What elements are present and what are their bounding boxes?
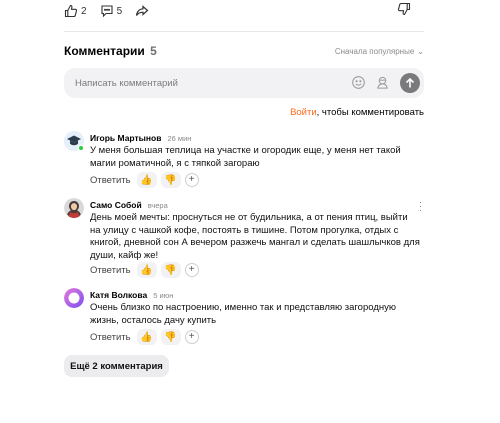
comment-item: Катя Волкова 5 июн Очень близко по настр…: [64, 288, 424, 346]
thumbs-up-icon: 👍: [140, 264, 153, 276]
comment-author[interactable]: Само Собой: [90, 200, 142, 210]
comment-text: У меня большая теплица на участке и огор…: [90, 145, 401, 169]
login-prompt: Войти, чтобы комментировать: [290, 107, 424, 118]
avatar-image: [64, 288, 84, 308]
login-link[interactable]: Войти: [290, 107, 317, 118]
login-suffix: , чтобы комментировать: [316, 107, 424, 118]
comments-count: 5: [150, 44, 157, 58]
comment-author[interactable]: Катя Волкова: [90, 290, 147, 300]
avatar-image: [64, 198, 84, 218]
plus-icon: +: [188, 331, 195, 342]
reactions-bar: 2 5: [64, 2, 424, 20]
share-button[interactable]: [135, 4, 149, 18]
comment-count: 5: [116, 5, 123, 17]
dislike-reaction-button[interactable]: 👎: [160, 329, 181, 345]
thumbs-down-icon: [397, 2, 411, 16]
send-button[interactable]: [400, 73, 420, 93]
avatar[interactable]: [64, 198, 84, 218]
chevron-down-icon: ⌄: [417, 46, 424, 56]
show-more-comments-button[interactable]: Ещё 2 комментария: [64, 355, 169, 377]
comment-icon: [101, 5, 113, 18]
comment-item: Игорь Мартынов 26 мин У меня большая теп…: [64, 131, 424, 188]
plus-icon: +: [188, 264, 195, 275]
dislike-button[interactable]: [397, 2, 411, 16]
more-options-icon[interactable]: · · ·: [419, 198, 422, 215]
comment-header: Катя Волкова 5 июн: [90, 290, 173, 300]
add-reaction-button[interactable]: +: [184, 173, 199, 187]
emoji-icon[interactable]: [351, 75, 366, 90]
reply-button[interactable]: Ответить: [90, 332, 131, 343]
dislike-reaction-button[interactable]: 👎: [160, 262, 181, 278]
comment-actions: Ответить 👍 👎 +: [90, 172, 199, 188]
comment-time: 5 июн: [153, 291, 174, 300]
comments-header: Комментарии 5 Сначала популярные ⌄: [64, 42, 424, 60]
like-reaction-button[interactable]: 👍: [136, 329, 157, 345]
sort-dropdown[interactable]: Сначала популярные ⌄: [335, 47, 424, 56]
add-reaction-button[interactable]: +: [184, 263, 199, 277]
comment-input-box[interactable]: [64, 68, 424, 98]
thumbs-up-icon: 👍: [140, 331, 153, 343]
sticker-icon[interactable]: [375, 75, 390, 90]
online-indicator: [78, 145, 84, 151]
thumbs-up-icon: 👍: [140, 174, 153, 186]
comments-title: Комментарии 5: [64, 44, 157, 58]
thumbs-down-icon: 👎: [164, 331, 177, 343]
reply-button[interactable]: Ответить: [90, 175, 131, 186]
like-reaction-button[interactable]: 👍: [136, 172, 157, 188]
avatar[interactable]: [64, 131, 84, 151]
sort-label: Сначала популярные: [334, 46, 415, 56]
thumbs-down-icon: 👎: [164, 174, 177, 186]
dislike-reaction-button[interactable]: 👎: [160, 172, 181, 188]
comment-actions: Ответить 👍 👎 +: [90, 329, 199, 345]
comment-time: вчера: [147, 201, 168, 210]
reply-button[interactable]: Ответить: [90, 265, 131, 276]
comments-button[interactable]: 5: [100, 4, 123, 18]
comment-text: Очень близко по настроению, именно так и…: [90, 302, 396, 326]
thumbs-up-icon: [64, 4, 78, 18]
thumbs-down-icon: 👎: [164, 264, 177, 276]
add-reaction-button[interactable]: +: [184, 330, 199, 344]
comment-item: Само Собой вчера · · · День моей мечты: пр…: [64, 198, 424, 278]
comment-header: Игорь Мартынов 26 мин: [90, 133, 191, 143]
avatar[interactable]: [64, 288, 84, 308]
like-count: 2: [81, 5, 87, 17]
comment-header: Само Собой вчера: [90, 200, 168, 210]
comment-time: 26 мин: [167, 134, 192, 143]
comment-actions: Ответить 👍 👎 +: [90, 262, 199, 278]
plus-icon: +: [188, 174, 195, 185]
comment-author[interactable]: Игорь Мартынов: [90, 133, 161, 143]
arrow-up-icon: [405, 77, 415, 88]
comment-text: День моей мечты: проснуться не от будиль…: [90, 212, 420, 261]
comments-title-text: Комментарии: [64, 44, 145, 58]
share-icon: [136, 5, 149, 16]
like-reaction-button[interactable]: 👍: [136, 262, 157, 278]
divider: [64, 31, 424, 32]
like-button[interactable]: 2: [64, 4, 87, 18]
comment-input[interactable]: [75, 77, 325, 89]
